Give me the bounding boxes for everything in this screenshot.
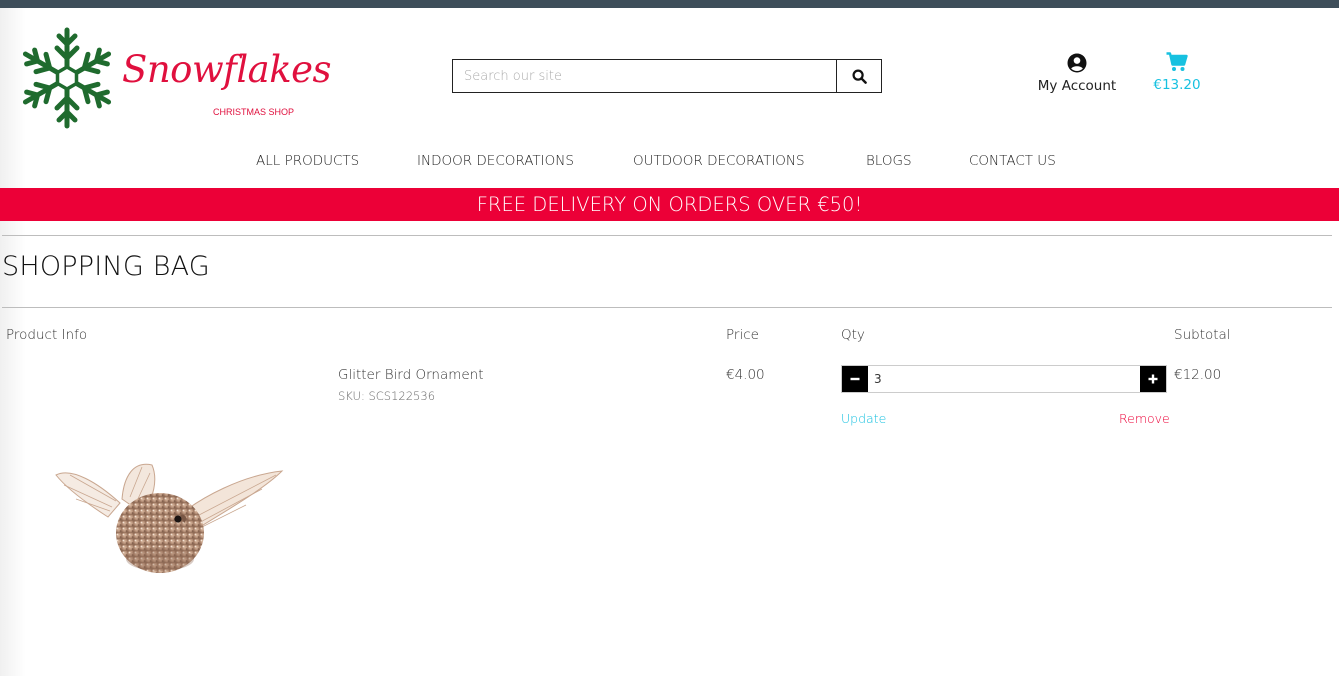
increment-button[interactable] xyxy=(1140,366,1166,392)
product-image[interactable] xyxy=(50,455,286,580)
cart-link[interactable]: €13.20 xyxy=(1150,52,1204,93)
nav-blogs[interactable]: BLOGS xyxy=(866,153,912,169)
plus-icon xyxy=(1148,374,1158,384)
site-logo[interactable]: Snowflakes CHRISTMAS SHOP xyxy=(20,26,332,132)
divider xyxy=(2,235,1332,236)
nav-contact-us[interactable]: CONTACT US xyxy=(969,153,1056,169)
update-link[interactable]: Update xyxy=(841,411,886,426)
search-icon xyxy=(851,68,867,84)
cart-total: €13.20 xyxy=(1153,77,1201,93)
product-sku: SKU: SCS122536 xyxy=(338,389,436,403)
nav-all-products[interactable]: ALL PRODUCTS xyxy=(256,153,359,169)
remove-link[interactable]: Remove xyxy=(1119,411,1170,426)
my-account-link[interactable]: My Account xyxy=(1030,53,1124,94)
free-delivery-banner: FREE DELIVERY ON ORDERS OVER €50! xyxy=(0,188,1339,221)
product-price: €4.00 xyxy=(726,367,765,383)
decrement-button[interactable] xyxy=(842,366,868,392)
nav-outdoor-decorations[interactable]: OUTDOOR DECORATIONS xyxy=(633,153,805,169)
brand-name: Snowflakes xyxy=(122,48,332,91)
header-price: Price xyxy=(726,327,759,343)
shopping-cart-icon xyxy=(1166,52,1188,71)
quantity-stepper xyxy=(841,365,1167,393)
product-name: Glitter Bird Ornament xyxy=(338,367,484,383)
search-input[interactable] xyxy=(453,60,836,92)
main-nav: ALL PRODUCTS INDOOR DECORATIONS OUTDOOR … xyxy=(0,153,1339,173)
search-button[interactable] xyxy=(836,60,881,92)
user-circle-icon xyxy=(1067,53,1087,73)
quantity-input[interactable] xyxy=(868,366,1140,392)
header-subtotal: Subtotal xyxy=(1174,327,1231,343)
brand-tagline: CHRISTMAS SHOP xyxy=(213,107,295,117)
my-account-label: My Account xyxy=(1037,78,1117,94)
minus-icon xyxy=(850,377,860,381)
nav-indoor-decorations[interactable]: INDOOR DECORATIONS xyxy=(417,153,574,169)
search-form xyxy=(452,59,882,93)
page-title: SHOPPING BAG xyxy=(2,251,210,282)
header-product-info: Product Info xyxy=(6,327,88,343)
top-accent-bar xyxy=(0,0,1339,8)
snowflake-icon xyxy=(20,27,114,130)
divider xyxy=(2,307,1332,308)
product-subtotal: €12.00 xyxy=(1174,367,1222,383)
header-qty: Qty xyxy=(841,327,865,343)
